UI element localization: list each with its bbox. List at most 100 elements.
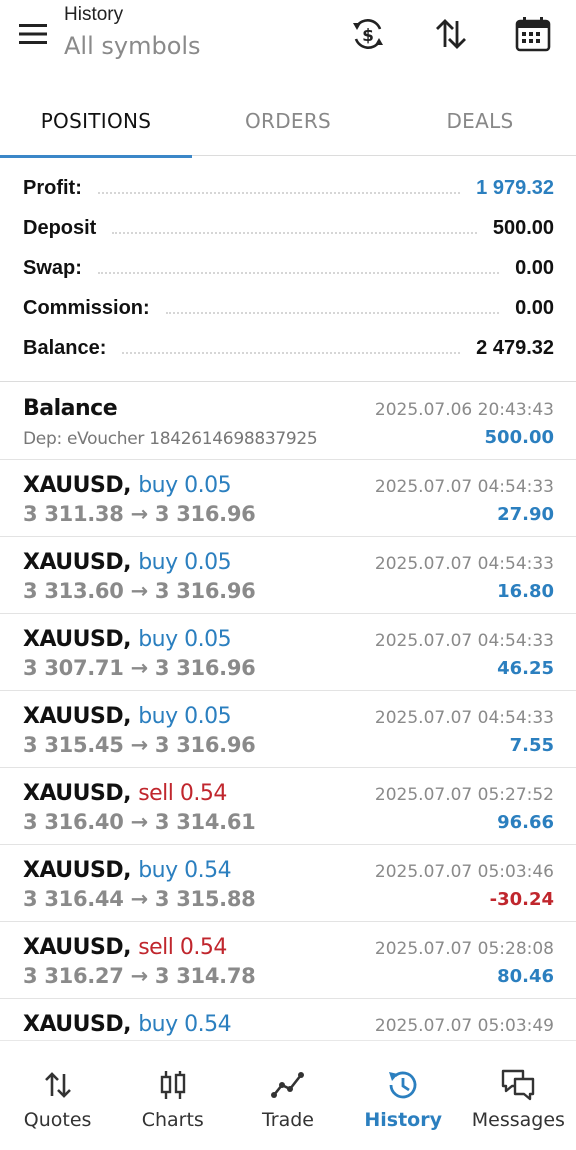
table-row[interactable]: XAUUSD, buy 0.05 3 313.60 → 3 316.96 202…	[0, 537, 576, 614]
summary-value: 500.00	[492, 216, 554, 239]
symbol-name: XAUUSD,	[23, 781, 132, 806]
calendar-button[interactable]	[511, 12, 555, 56]
deal-time: 2025.07.07 04:54:33	[374, 554, 554, 574]
summary-row-profit: Profit: 1 979.32	[23, 170, 554, 206]
deal-time: 2025.07.07 05:27:52	[374, 785, 554, 805]
nav-label: Quotes	[23, 1109, 92, 1131]
table-row[interactable]: XAUUSD, buy 0.54 3 316.44 → 3 315.88 202…	[0, 845, 576, 922]
deal-direction: buy 0.05	[138, 550, 232, 575]
deal-profit: 96.66	[497, 812, 554, 833]
deal-direction: sell 0.54	[138, 935, 227, 960]
dotted-leader	[165, 312, 500, 314]
nav-label: Messages	[471, 1109, 565, 1131]
deal-direction: buy 0.54	[138, 1012, 232, 1037]
symbol-name: XAUUSD,	[23, 627, 132, 652]
symbol-name: XAUUSD,	[23, 473, 132, 498]
deal-direction: buy 0.05	[138, 473, 232, 498]
deal-profit: 46.25	[497, 658, 554, 679]
quotes-icon	[44, 1072, 71, 1098]
deal-prices: 3 316.44 → 3 315.88	[23, 887, 256, 911]
sort-arrows-icon	[436, 19, 466, 49]
symbol-name: XAUUSD,	[23, 704, 132, 729]
summary-panel: Profit: 1 979.32 Deposit 500.00 Swap: 0.…	[0, 170, 576, 382]
hamburger-icon	[19, 24, 47, 44]
table-row[interactable]: XAUUSD, sell 0.54 3 316.27 → 3 314.78 20…	[0, 922, 576, 999]
summary-label: Profit:	[23, 176, 82, 199]
tab-deals[interactable]: DEALS	[384, 86, 576, 156]
summary-value: 0.00	[515, 256, 554, 279]
nav-charts[interactable]: Charts	[115, 1041, 230, 1150]
nav-trade[interactable]: Trade	[230, 1041, 345, 1150]
summary-row-balance: Balance: 2 479.32	[23, 330, 554, 366]
nav-label: Charts	[141, 1109, 204, 1131]
history-tabs: POSITIONS ORDERS DEALS	[0, 86, 576, 158]
balance-entry-row[interactable]: Balance Dep: eVoucher 1842614698837925 2…	[0, 383, 576, 460]
history-icon	[389, 1071, 417, 1099]
deal-symbol: XAUUSD, sell 0.54	[23, 935, 227, 960]
dollar-refresh-icon: $	[353, 19, 383, 49]
table-row[interactable]: XAUUSD, buy 0.05 3 307.71 → 3 316.96 202…	[0, 614, 576, 691]
deal-direction: sell 0.54	[138, 781, 227, 806]
dotted-leader	[112, 232, 477, 234]
summary-value: 1 979.32	[476, 176, 554, 199]
symbol-name: XAUUSD,	[23, 1012, 132, 1037]
deal-symbol: XAUUSD, buy 0.05	[23, 550, 232, 575]
deal-time: 2025.07.06 20:43:43	[374, 400, 554, 420]
deal-direction: buy 0.54	[138, 858, 232, 883]
summary-value: 2 479.32	[476, 336, 554, 359]
svg-text:$: $	[362, 26, 374, 46]
deal-direction: buy 0.05	[138, 704, 232, 729]
symbol-filter: All symbols	[64, 32, 201, 60]
page-title: History	[64, 4, 124, 25]
deal-prices: 3 316.27 → 3 314.78	[23, 964, 256, 988]
summary-row-commission: Commission: 0.00	[23, 290, 554, 326]
deal-symbol: XAUUSD, buy 0.05	[23, 627, 232, 652]
deal-time: 2025.07.07 04:54:33	[374, 631, 554, 651]
deal-amount: 500.00	[484, 427, 554, 448]
summary-row-deposit: Deposit 500.00	[23, 210, 554, 246]
charts-icon	[160, 1071, 185, 1099]
dotted-leader	[122, 352, 461, 354]
deal-symbol: XAUUSD, buy 0.05	[23, 704, 232, 729]
summary-label: Deposit	[23, 216, 97, 239]
menu-button[interactable]	[14, 18, 52, 50]
deal-profit: 80.46	[497, 966, 554, 987]
nav-history[interactable]: History	[346, 1041, 461, 1150]
deal-prices: 3 313.60 → 3 316.96	[23, 579, 256, 603]
currency-exchange-button[interactable]: $	[346, 12, 390, 56]
summary-row-swap: Swap: 0.00	[23, 250, 554, 286]
nav-label: History	[364, 1109, 442, 1131]
deal-prices: 3 311.38 → 3 316.96	[23, 502, 256, 526]
table-row[interactable]: XAUUSD, buy 0.05 3 311.38 → 3 316.96 202…	[0, 460, 576, 537]
title-block[interactable]: History All symbols	[64, 4, 201, 60]
symbol-name: XAUUSD,	[23, 935, 132, 960]
summary-value: 0.00	[515, 296, 554, 319]
deal-profit: 7.55	[509, 735, 554, 756]
deal-direction: buy 0.05	[138, 627, 232, 652]
tab-orders[interactable]: ORDERS	[192, 86, 384, 156]
table-row[interactable]: XAUUSD, buy 0.05 3 315.45 → 3 316.96 202…	[0, 691, 576, 768]
deal-symbol: XAUUSD, buy 0.54	[23, 1012, 232, 1037]
deal-profit: 27.90	[497, 504, 554, 525]
deal-symbol: XAUUSD, sell 0.54	[23, 781, 227, 806]
deal-symbol: XAUUSD, buy 0.54	[23, 858, 232, 883]
deal-time: 2025.07.07 05:03:49	[374, 1016, 554, 1036]
nav-quotes[interactable]: Quotes	[0, 1041, 115, 1150]
deal-profit: 16.80	[497, 581, 554, 602]
summary-label: Balance:	[23, 336, 107, 359]
symbol-name: XAUUSD,	[23, 858, 132, 883]
tab-positions[interactable]: POSITIONS	[0, 86, 192, 158]
deal-prices: 3 315.45 → 3 316.96	[23, 733, 256, 757]
table-row[interactable]: XAUUSD, sell 0.54 3 316.40 → 3 314.61 20…	[0, 768, 576, 845]
dotted-leader	[97, 192, 461, 194]
symbol-name: XAUUSD,	[23, 550, 132, 575]
sort-button[interactable]	[429, 12, 473, 56]
deal-time: 2025.07.07 04:54:33	[374, 477, 554, 497]
deal-time: 2025.07.07 04:54:33	[374, 708, 554, 728]
messages-icon	[502, 1069, 535, 1101]
balance-entry-title: Balance	[23, 396, 118, 421]
calendar-icon	[515, 17, 551, 52]
nav-messages[interactable]: Messages	[461, 1041, 576, 1150]
deal-time: 2025.07.07 05:28:08	[374, 939, 554, 959]
balance-entry-comment: Dep: eVoucher 1842614698837925	[23, 429, 318, 449]
